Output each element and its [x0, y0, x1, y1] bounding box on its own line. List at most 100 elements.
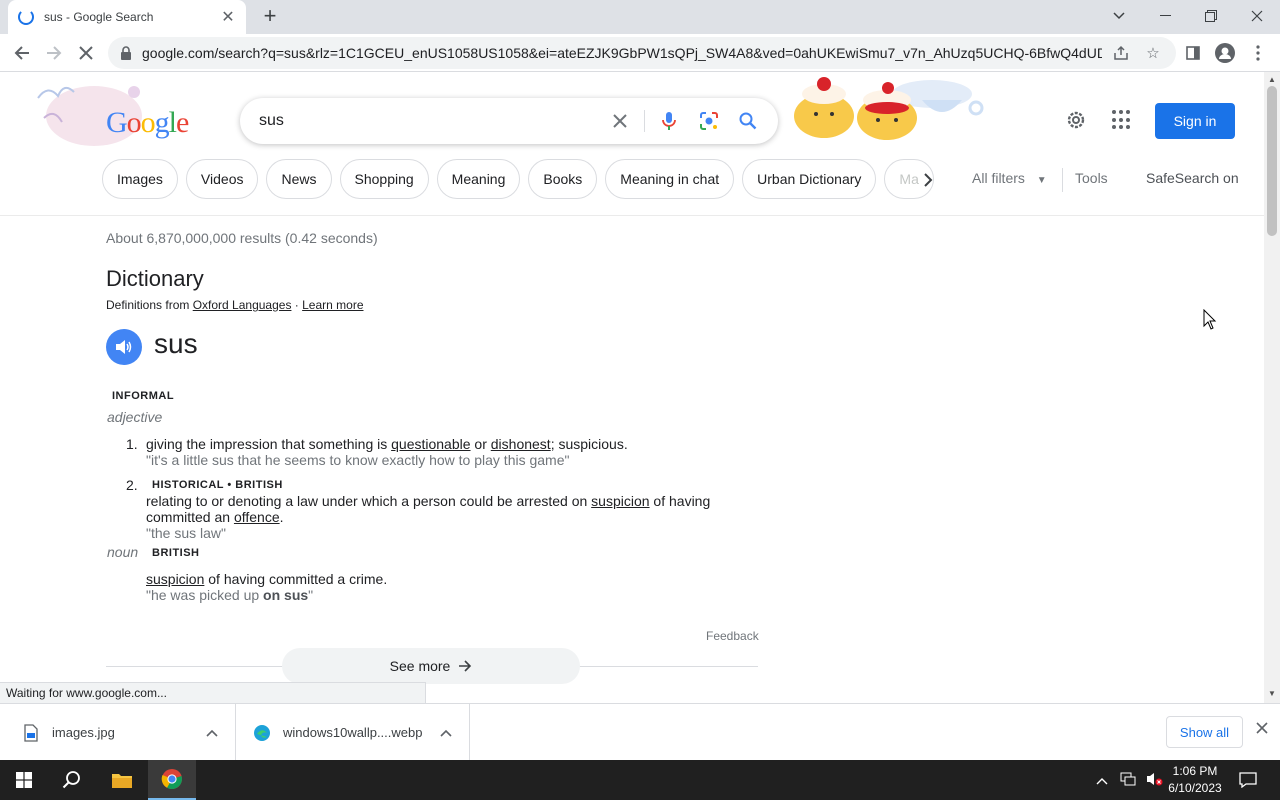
link-dishonest[interactable]: dishonest: [491, 436, 551, 452]
filter-divider: [1062, 168, 1063, 192]
download-item[interactable]: windows10wallp....webp: [237, 704, 470, 761]
edge-file-icon: [253, 723, 271, 743]
minimize-button[interactable]: [1142, 0, 1188, 32]
mouse-cursor-icon: [1203, 309, 1217, 330]
scroll-up-arrow-icon[interactable]: ▲: [1268, 75, 1276, 84]
example-sentence-2: "the sus law": [146, 525, 226, 541]
share-icon[interactable]: [1111, 43, 1131, 63]
oxford-languages-link[interactable]: Oxford Languages: [193, 298, 292, 312]
all-filters-label: All filters: [972, 170, 1025, 186]
dropdown-caret-icon: ▼: [1036, 175, 1047, 186]
definition-2: relating to or denoting a law under whic…: [146, 493, 746, 525]
tab-search-icon[interactable]: [1096, 0, 1142, 32]
chrome-icon: [161, 769, 182, 790]
see-more-label: See more: [389, 658, 451, 674]
stop-loading-button[interactable]: [73, 40, 99, 66]
chip-news[interactable]: News: [266, 159, 332, 199]
browser-tab[interactable]: sus - Google Search ✕: [8, 0, 246, 34]
chip-meaning-in-chat[interactable]: Meaning in chat: [605, 159, 735, 199]
search-box[interactable]: sus: [240, 98, 778, 144]
browser-toolbar: google.com/search?q=sus&rlz=1C1GCEU_enUS…: [0, 34, 1280, 72]
see-more-button[interactable]: See more: [282, 648, 580, 684]
folder-icon: [112, 774, 132, 788]
voice-search-icon[interactable]: [657, 109, 681, 133]
definition-text: of having committed a crime.: [204, 571, 388, 587]
file-explorer-button[interactable]: [98, 760, 146, 800]
chevron-up-icon[interactable]: [206, 726, 218, 740]
download-filename: windows10wallp....webp: [283, 725, 423, 740]
restore-button[interactable]: [1188, 0, 1234, 32]
taskbar-search-button[interactable]: [48, 760, 96, 800]
scrollbar-thumb[interactable]: [1267, 86, 1277, 236]
result-stats: About 6,870,000,000 results (0.42 second…: [106, 230, 378, 246]
search-divider: [644, 110, 645, 132]
chip-urban-dictionary[interactable]: Urban Dictionary: [742, 159, 877, 199]
google-apps-icon[interactable]: [1112, 110, 1132, 130]
chrome-menu-icon[interactable]: [1245, 40, 1271, 66]
all-filters-dropdown[interactable]: All filters ▼: [972, 170, 1047, 186]
register-label: BRITISH: [152, 547, 200, 559]
windows-logo-icon: [16, 772, 32, 788]
address-bar[interactable]: google.com/search?q=sus&rlz=1C1GCEU_enUS…: [108, 37, 1176, 69]
example-sentence-1: "it's a little sus that he seems to know…: [146, 452, 570, 468]
close-window-button[interactable]: [1234, 0, 1280, 32]
chip-images[interactable]: Images: [102, 159, 178, 199]
header-divider: [0, 215, 1264, 216]
pronunciation-speaker-button[interactable]: [106, 329, 142, 365]
chrome-taskbar-button[interactable]: [148, 760, 196, 800]
link-offence[interactable]: offence: [234, 509, 280, 525]
register-label: INFORMAL: [112, 390, 175, 402]
lens-search-icon[interactable]: [697, 109, 721, 133]
sense-number: 1.: [126, 436, 138, 452]
taskbar-clock[interactable]: 1:06 PM 6/10/2023: [1166, 763, 1224, 797]
settings-gear-icon[interactable]: [1064, 108, 1088, 132]
clear-icon[interactable]: [608, 109, 632, 133]
volume-muted-icon[interactable]: [1146, 772, 1164, 789]
scroll-down-arrow-icon[interactable]: ▼: [1268, 689, 1276, 698]
search-icon[interactable]: [736, 109, 760, 133]
download-shelf: images.jpg windows10wallp....webp Show a…: [0, 703, 1280, 761]
definition-text: ; suspicious.: [550, 436, 628, 452]
system-tray: [1096, 760, 1164, 800]
tab-close-icon[interactable]: ✕: [220, 7, 236, 27]
tools-button[interactable]: Tools: [1075, 170, 1108, 186]
chevron-right-icon[interactable]: [916, 168, 940, 192]
network-icon[interactable]: [1120, 772, 1138, 789]
definition-text: .: [279, 509, 284, 525]
chip-meaning[interactable]: Meaning: [436, 159, 521, 199]
download-item[interactable]: images.jpg: [0, 704, 236, 761]
link-questionable[interactable]: questionable: [391, 436, 470, 452]
start-button[interactable]: [0, 760, 48, 800]
side-panel-icon[interactable]: [1180, 40, 1206, 66]
sign-in-button[interactable]: Sign in: [1155, 103, 1235, 139]
definition-text: or: [470, 436, 491, 452]
chip-videos[interactable]: Videos: [185, 159, 259, 199]
show-all-downloads-button[interactable]: Show all: [1166, 716, 1243, 748]
tray-overflow-chevron-icon[interactable]: [1096, 773, 1110, 788]
example-bold-text: on sus: [263, 587, 309, 603]
separator-dot: ·: [291, 298, 303, 312]
safesearch-button[interactable]: SafeSearch on: [1146, 170, 1239, 186]
back-button[interactable]: [9, 40, 35, 66]
close-shelf-icon[interactable]: [1254, 721, 1270, 743]
page-scrollbar[interactable]: ▲ ▼: [1264, 72, 1280, 703]
bookmark-star-icon[interactable]: ☆: [1143, 43, 1163, 63]
definitions-source: Definitions from Oxford Languages · Lear…: [106, 298, 364, 312]
search-input[interactable]: sus: [259, 112, 284, 130]
new-tab-button[interactable]: +: [258, 4, 282, 28]
learn-more-link[interactable]: Learn more: [302, 298, 363, 312]
chip-shopping[interactable]: Shopping: [339, 159, 429, 199]
forward-button[interactable]: [41, 40, 67, 66]
notification-center-button[interactable]: [1226, 760, 1270, 800]
profile-avatar-icon[interactable]: [1212, 40, 1238, 66]
google-logo[interactable]: Google: [106, 106, 189, 140]
feedback-link[interactable]: Feedback: [706, 629, 759, 643]
speaker-icon: [116, 340, 132, 354]
link-suspicion[interactable]: suspicion: [591, 493, 649, 509]
chevron-up-icon[interactable]: [440, 726, 452, 740]
lock-icon[interactable]: [118, 45, 134, 61]
chip-books[interactable]: Books: [528, 159, 598, 199]
status-bubble: Waiting for www.google.com...: [0, 682, 426, 703]
download-filename: images.jpg: [52, 725, 115, 740]
link-suspicion[interactable]: suspicion: [146, 571, 204, 587]
